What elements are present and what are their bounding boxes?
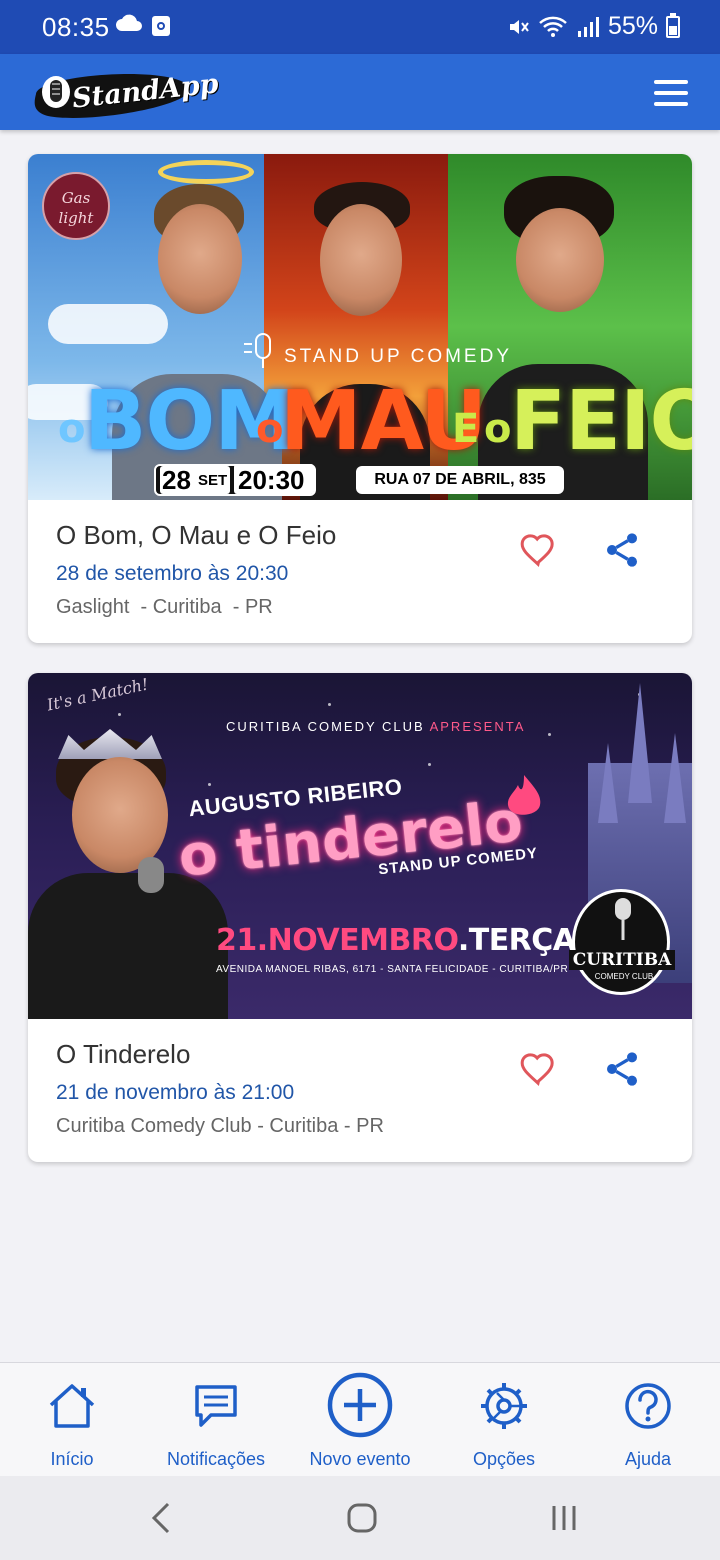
event-info: O Tinderelo 21 de novembro às 21:00 Curi… <box>28 1019 692 1162</box>
event-location: Gaslight - Curitiba - PR <box>56 596 273 618</box>
nav-item-label: Notificações <box>166 1449 266 1469</box>
wifi-icon <box>539 16 567 37</box>
cloud-icon <box>116 14 142 31</box>
share-icon[interactable] <box>602 530 642 570</box>
flame-icon <box>507 775 541 815</box>
club-logo: CURITIBA COMEDY CLUB <box>569 889 675 995</box>
microphone-icon <box>244 333 271 368</box>
app-logo[interactable]: StandApp <box>28 66 220 124</box>
favorite-heart-icon[interactable] <box>518 530 558 570</box>
banner-word-e: E <box>452 406 480 452</box>
back-icon[interactable] <box>142 1498 182 1538</box>
nav-item-notificacoes[interactable]: Notificações <box>144 1363 288 1477</box>
nav-item-ajuda[interactable]: Ajuda <box>576 1363 720 1477</box>
nav-item-label: Ajuda <box>624 1449 672 1469</box>
event-date: 21 de novembro às 21:00 <box>56 1081 295 1104</box>
event-location: Curitiba Comedy Club - Curitiba - PR <box>56 1115 384 1137</box>
event-card[interactable]: Gas light STAND UP COMEDY o BOM o MAU E … <box>28 154 692 643</box>
venue-logo: Gas light <box>42 172 110 240</box>
banner-presenter: CURITIBA COMEDY CLUB APRESENTA <box>226 719 526 734</box>
battery-percent: 55% <box>607 12 658 40</box>
event-card[interactable]: It's a Match! CURITIBA COMEDY CLUB APRES… <box>28 673 692 1162</box>
nav-item-inicio[interactable]: Início <box>0 1363 144 1477</box>
recents-icon[interactable] <box>544 1498 584 1538</box>
app-bar: StandApp <box>0 54 720 130</box>
banner-address: AVENIDA MANOEL RIBAS, 6171 - SANTA FELIC… <box>216 964 569 975</box>
nav-item-label: Início <box>50 1449 94 1469</box>
nav-item-label: Opções <box>472 1449 536 1469</box>
banner-word-feio: FEIO <box>510 374 692 469</box>
gear-icon <box>481 1383 527 1429</box>
microphone-icon <box>615 898 631 940</box>
event-banner-image[interactable]: Gas light STAND UP COMEDY o BOM o MAU E … <box>28 154 692 500</box>
share-icon[interactable] <box>602 1049 642 1089</box>
banner-time: 20:30 <box>238 465 305 495</box>
banner-tagline: STAND UP COMEDY <box>284 346 512 367</box>
banner-day: 28 <box>162 465 191 495</box>
event-info: O Bom, O Mau e O Feio 28 de setembro às … <box>28 500 692 643</box>
mute-icon <box>509 19 529 34</box>
banner-address: RUA 07 DE ABRIL, 835 <box>356 466 564 494</box>
nav-item-novo-evento[interactable]: Novo evento <box>288 1363 432 1477</box>
event-date: 28 de setembro às 20:30 <box>56 562 289 585</box>
event-title: O Tinderelo <box>56 1039 191 1069</box>
status-bar: 08:35 55% <box>0 0 720 54</box>
system-navigation-bar <box>0 1476 720 1560</box>
banner-datetime: 28 SET 20:30 <box>154 464 316 496</box>
chat-bubble-icon <box>195 1385 237 1427</box>
favorite-heart-icon[interactable] <box>518 1049 558 1089</box>
nav-item-opcoes[interactable]: Opções <box>432 1363 576 1477</box>
notification-icon <box>152 16 170 36</box>
signal-icon <box>577 16 599 37</box>
system-status-icons: 55% <box>506 12 680 41</box>
banner-month: SET <box>198 472 228 489</box>
home-circle-icon[interactable] <box>342 1498 382 1538</box>
help-icon <box>625 1383 671 1429</box>
banner-word-o: o <box>58 406 86 452</box>
battery-icon <box>666 12 680 38</box>
event-banner-image[interactable]: It's a Match! CURITIBA COMEDY CLUB APRES… <box>28 673 692 1019</box>
bottom-navigation: Início Notificações Novo evento Opções A… <box>0 1362 720 1476</box>
status-time: 08:35 <box>42 12 110 42</box>
event-title: O Bom, O Mau e O Feio <box>56 520 337 550</box>
nav-item-label: Novo evento <box>309 1449 411 1469</box>
home-icon <box>49 1384 95 1428</box>
hamburger-menu-icon[interactable] <box>654 80 688 106</box>
plus-circle-icon <box>327 1372 393 1438</box>
banner-word-o: o <box>484 406 512 452</box>
